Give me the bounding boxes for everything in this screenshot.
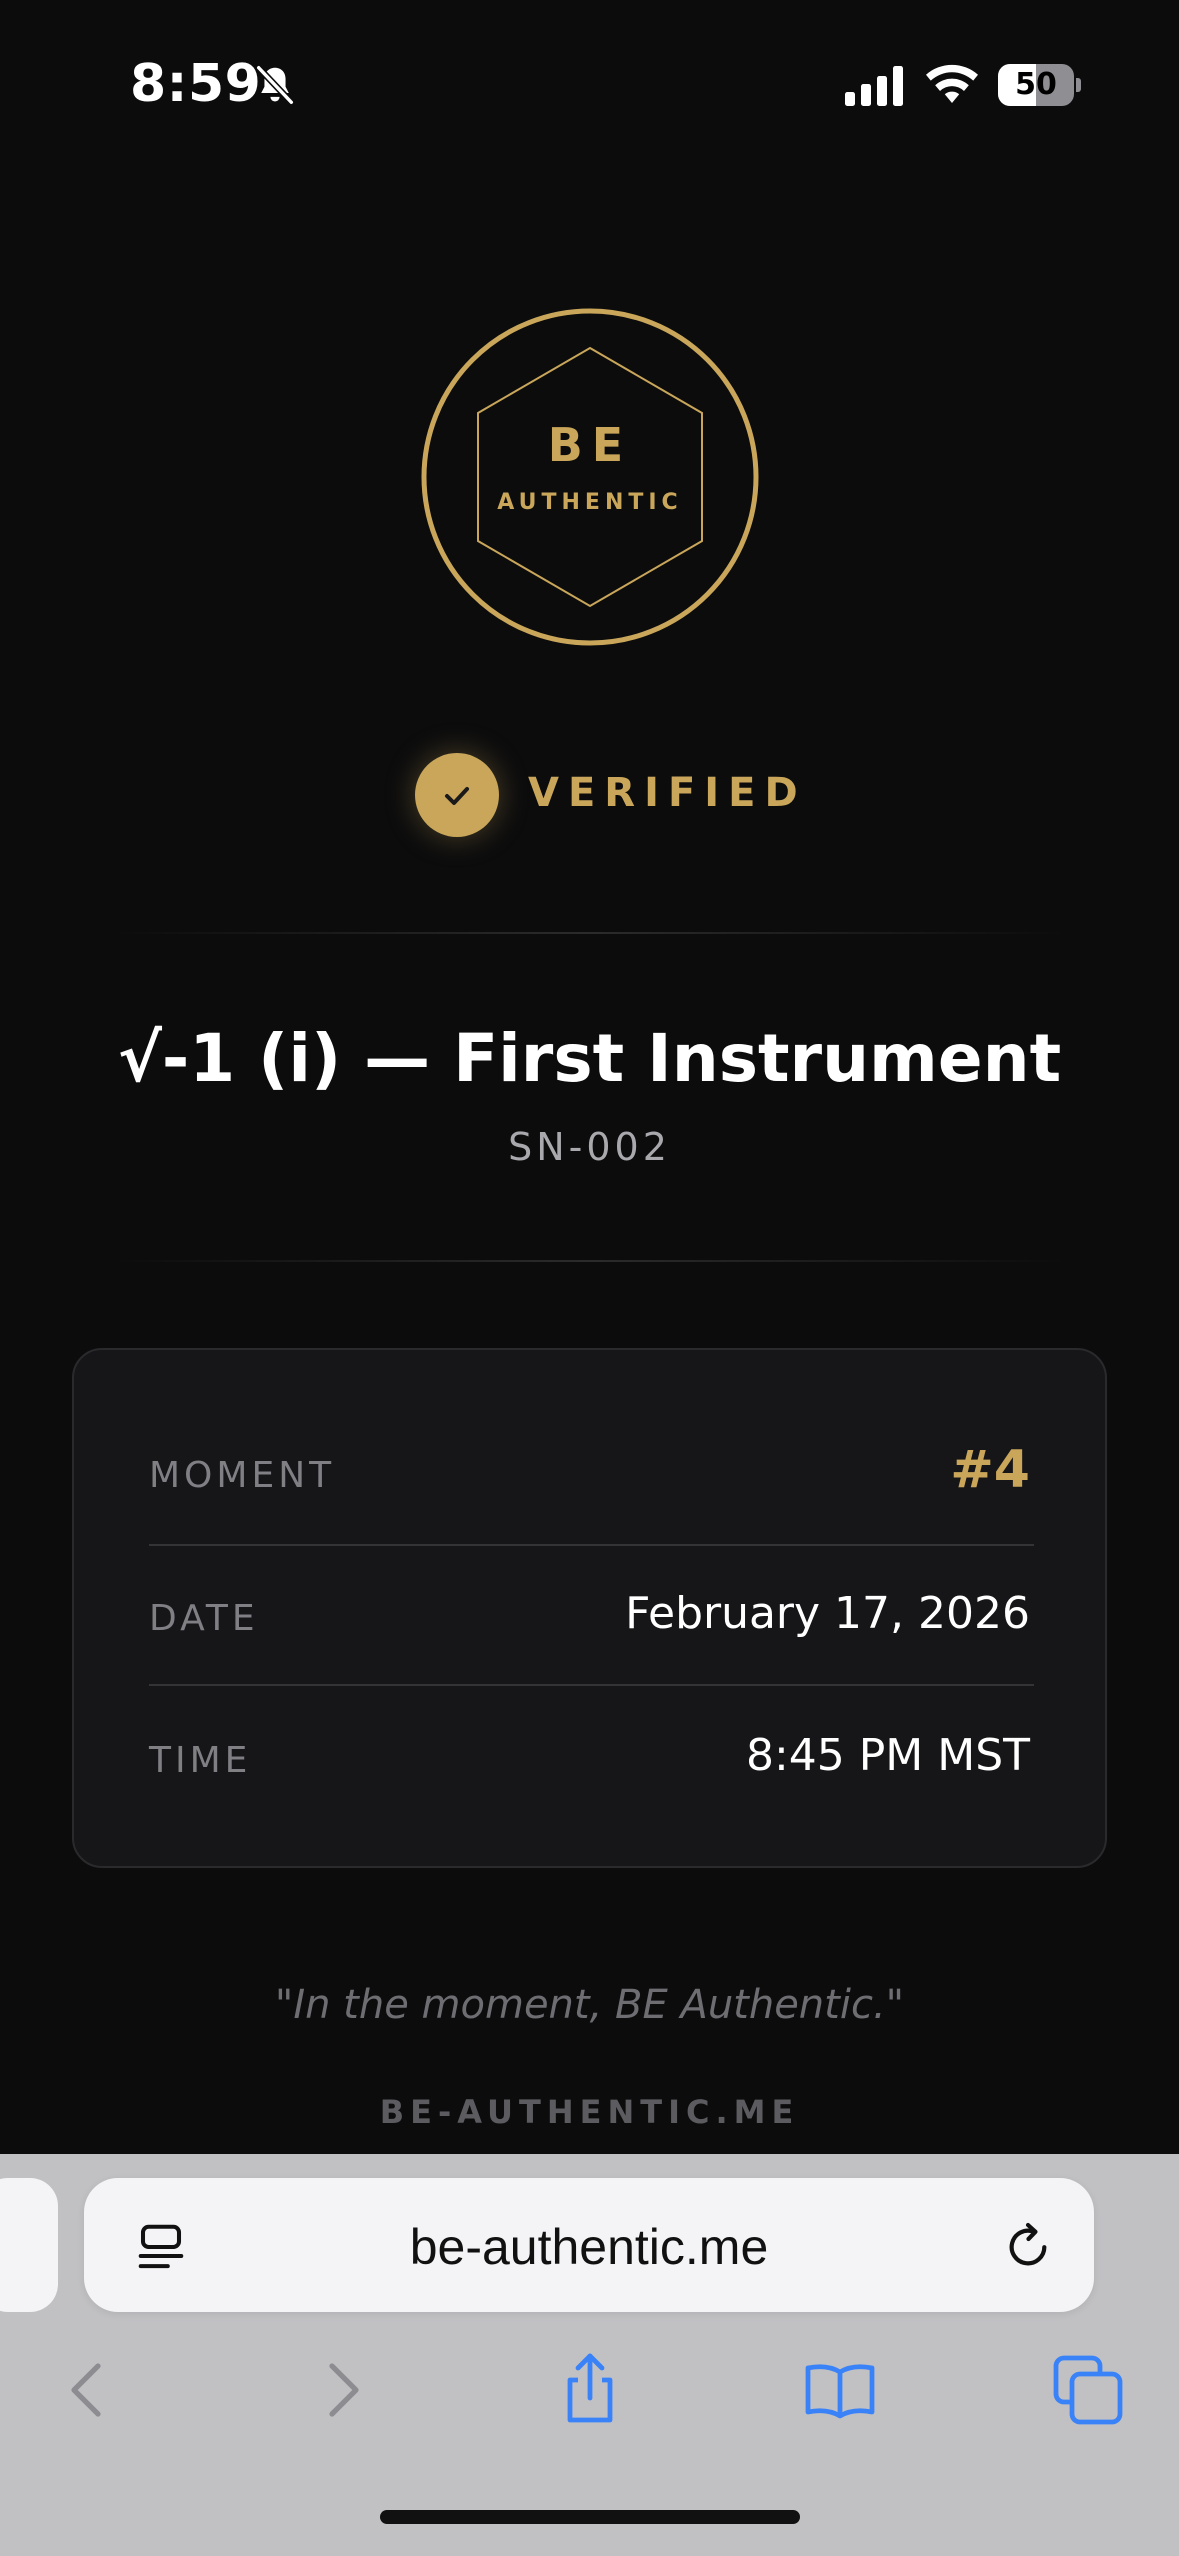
divider xyxy=(110,932,1070,934)
address-bar[interactable]: be-authentic.me xyxy=(84,2178,1094,2312)
cellular-signal-icon xyxy=(845,66,903,106)
checkmark-icon xyxy=(445,787,469,805)
logo-text-be: BE xyxy=(547,418,633,472)
reload-icon[interactable] xyxy=(1000,2218,1056,2274)
browser-toolbar: be-authentic.me xyxy=(0,2154,1179,2556)
back-icon xyxy=(71,2363,101,2417)
divider xyxy=(110,1260,1070,1262)
tagline-quote: "In the moment, BE Authentic." xyxy=(274,1982,905,2028)
serial-number: SN-002 xyxy=(508,1125,671,1169)
site-footer: BE-AUTHENTIC.ME xyxy=(379,2093,800,2131)
bookmarks-button[interactable] xyxy=(800,2350,880,2430)
home-indicator[interactable] xyxy=(380,2510,800,2524)
details-card: MOMENT #4 DATE February 17, 2026 TIME 8:… xyxy=(72,1348,1107,1868)
time-value: 8:45 PM MST xyxy=(745,1730,1030,1781)
share-button[interactable] xyxy=(550,2350,630,2430)
verified-label: VERIFIED xyxy=(528,770,807,816)
back-button[interactable] xyxy=(48,2350,128,2430)
date-value: February 17, 2026 xyxy=(625,1588,1030,1639)
forward-icon xyxy=(329,2363,359,2417)
previous-tab-preview[interactable] xyxy=(0,2178,58,2312)
verified-badge xyxy=(415,753,499,837)
tabs-button[interactable] xyxy=(1048,2350,1128,2430)
address-url[interactable]: be-authentic.me xyxy=(84,2218,1094,2276)
row-divider xyxy=(149,1544,1034,1546)
tabs-icon xyxy=(1053,2355,1123,2425)
bookmarks-icon xyxy=(805,2364,875,2419)
date-label: DATE xyxy=(149,1598,259,1639)
logo-text-authentic: AUTHENTIC xyxy=(497,490,683,515)
moment-label: MOMENT xyxy=(149,1455,336,1496)
row-divider xyxy=(149,1684,1034,1686)
status-bar: 8:59 50 xyxy=(0,0,1179,170)
bell-slash-icon xyxy=(256,65,294,105)
moment-value: #4 xyxy=(950,1440,1030,1500)
battery-icon: 50 xyxy=(998,64,1081,106)
item-title: √-1 (i) — First Instrument xyxy=(117,1020,1062,1097)
wifi-icon xyxy=(926,64,978,103)
status-time: 8:59 xyxy=(130,54,262,114)
be-authentic-logo xyxy=(421,308,759,646)
forward-button[interactable] xyxy=(302,2350,382,2430)
time-label: TIME xyxy=(149,1740,252,1781)
battery-percent: 50 xyxy=(1015,67,1057,102)
share-icon xyxy=(567,2353,613,2423)
